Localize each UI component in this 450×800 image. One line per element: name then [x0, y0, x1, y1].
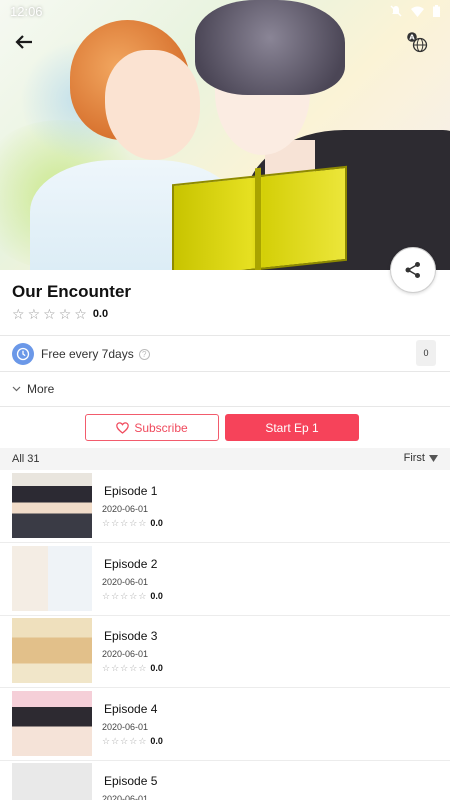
star-empty-icon: ☆	[129, 662, 138, 673]
language-button[interactable]: A	[404, 29, 430, 55]
divider	[0, 335, 450, 336]
series-rating-value: 0.0	[92, 308, 109, 320]
episode-list-header: All 31 First	[0, 448, 450, 470]
episode-date: 2020-06-01	[102, 794, 149, 800]
status-icons	[390, 5, 440, 17]
chevron-down-icon	[12, 386, 21, 392]
star-empty-icon: ☆	[102, 662, 111, 673]
star-empty-icon: ☆	[111, 517, 120, 528]
star-empty-icon: ☆	[74, 306, 87, 322]
subscribe-label: Subscribe	[134, 420, 188, 435]
episode-rating-value: 0.0	[150, 518, 163, 528]
clock-glyph	[16, 347, 30, 361]
episode-date: 2020-06-01	[102, 504, 149, 514]
clock-icon	[12, 343, 34, 365]
free-info-row[interactable]: Free every 7days ? 0	[12, 340, 438, 366]
star-empty-icon: ☆	[120, 662, 129, 673]
star-empty-icon: ☆	[129, 735, 138, 746]
star-empty-icon: ☆	[129, 517, 138, 528]
help-icon[interactable]: ?	[138, 348, 150, 360]
episode-count: All 31	[12, 453, 40, 465]
episode-title: Episode 4	[104, 702, 158, 716]
episode-rating: ☆ ☆ ☆ ☆ ☆ 0.0	[102, 663, 163, 673]
top-navigation: A	[0, 25, 450, 59]
star-empty-icon: ☆	[111, 662, 120, 673]
more-label: More	[27, 382, 55, 396]
star-empty-icon: ☆	[111, 735, 120, 746]
star-empty-icon: ☆	[43, 306, 56, 322]
episode-title: Episode 3	[104, 629, 158, 643]
episode-rating: ☆ ☆ ☆ ☆ ☆ 0.0	[102, 518, 163, 528]
episode-title: Episode 2	[104, 557, 158, 571]
series-rating: ☆ ☆ ☆ ☆ ☆ 0.0	[12, 307, 108, 321]
start-episode-button[interactable]: Start Ep 1	[225, 414, 359, 441]
episode-row[interactable]: Episode 3 2020-06-01 ☆ ☆ ☆ ☆ ☆ 0.0	[0, 615, 450, 688]
episode-rating: ☆ ☆ ☆ ☆ ☆ 0.0	[102, 736, 163, 746]
star-empty-icon: ☆	[111, 590, 120, 601]
star-empty-icon: ☆	[120, 590, 129, 601]
star-empty-icon: ☆	[120, 735, 129, 746]
star-empty-icon: ☆	[138, 590, 147, 601]
notifications-off-icon	[390, 5, 402, 17]
star-empty-icon: ☆	[120, 517, 129, 528]
star-empty-icon: ☆	[12, 306, 25, 322]
episode-rating-value: 0.0	[150, 591, 163, 601]
episode-row[interactable]: Episode 1 2020-06-01 ☆ ☆ ☆ ☆ ☆ 0.0	[0, 470, 450, 543]
episode-row[interactable]: Episode 5 2020-06-01	[0, 760, 450, 800]
episode-date: 2020-06-01	[102, 577, 149, 587]
episode-row[interactable]: Episode 4 2020-06-01 ☆ ☆ ☆ ☆ ☆ 0.0	[0, 688, 450, 761]
back-button[interactable]	[10, 28, 38, 56]
star-empty-icon: ☆	[138, 662, 147, 673]
episode-thumbnail	[12, 763, 92, 800]
episode-rating: ☆ ☆ ☆ ☆ ☆ 0.0	[102, 591, 163, 601]
free-info-text: Free every 7days	[41, 347, 134, 361]
star-empty-icon: ☆	[138, 735, 147, 746]
more-toggle[interactable]: More	[12, 382, 54, 396]
cover-book-spine	[255, 167, 261, 270]
translate-globe-icon: A	[407, 32, 428, 53]
star-empty-icon: ☆	[102, 735, 111, 746]
episode-date: 2020-06-01	[102, 649, 149, 659]
episode-thumbnail	[12, 691, 92, 756]
star-empty-icon: ☆	[27, 306, 41, 322]
divider	[0, 371, 450, 372]
episode-title: Episode 5	[104, 774, 158, 788]
arrow-left-icon	[15, 35, 32, 49]
cover-character-left-face	[105, 50, 200, 160]
heart-icon	[116, 421, 130, 434]
subscribe-button[interactable]: Subscribe	[85, 414, 219, 441]
star-empty-icon: ☆	[129, 590, 138, 601]
free-count-badge: 0	[416, 340, 436, 366]
episode-date: 2020-06-01	[102, 722, 149, 732]
triangle-down-icon	[429, 454, 438, 462]
episode-rating-value: 0.0	[150, 663, 163, 673]
divider	[0, 406, 450, 407]
sort-label: First	[403, 452, 425, 464]
star-empty-icon: ☆	[102, 517, 111, 528]
share-icon	[405, 262, 420, 278]
battery-icon	[433, 5, 440, 17]
series-title: Our Encounter	[12, 282, 132, 301]
episode-thumbnail	[12, 618, 92, 683]
sort-dropdown[interactable]: First	[404, 452, 438, 464]
star-empty-icon: ☆	[138, 517, 147, 528]
status-time: 12:06	[10, 3, 43, 19]
status-bar: 12:06	[0, 0, 450, 22]
episode-row[interactable]: Episode 2 2020-06-01 ☆ ☆ ☆ ☆ ☆ 0.0	[0, 543, 450, 616]
episode-thumbnail	[12, 473, 92, 538]
episode-rating-value: 0.0	[150, 736, 163, 746]
star-empty-icon: ☆	[102, 590, 111, 601]
svg-text:A: A	[409, 34, 415, 42]
episode-thumbnail	[12, 546, 92, 611]
share-button[interactable]	[390, 247, 436, 293]
wifi-icon	[411, 6, 424, 17]
star-empty-icon: ☆	[58, 306, 72, 322]
episode-title: Episode 1	[104, 484, 158, 498]
start-episode-label: Start Ep 1	[265, 420, 319, 435]
